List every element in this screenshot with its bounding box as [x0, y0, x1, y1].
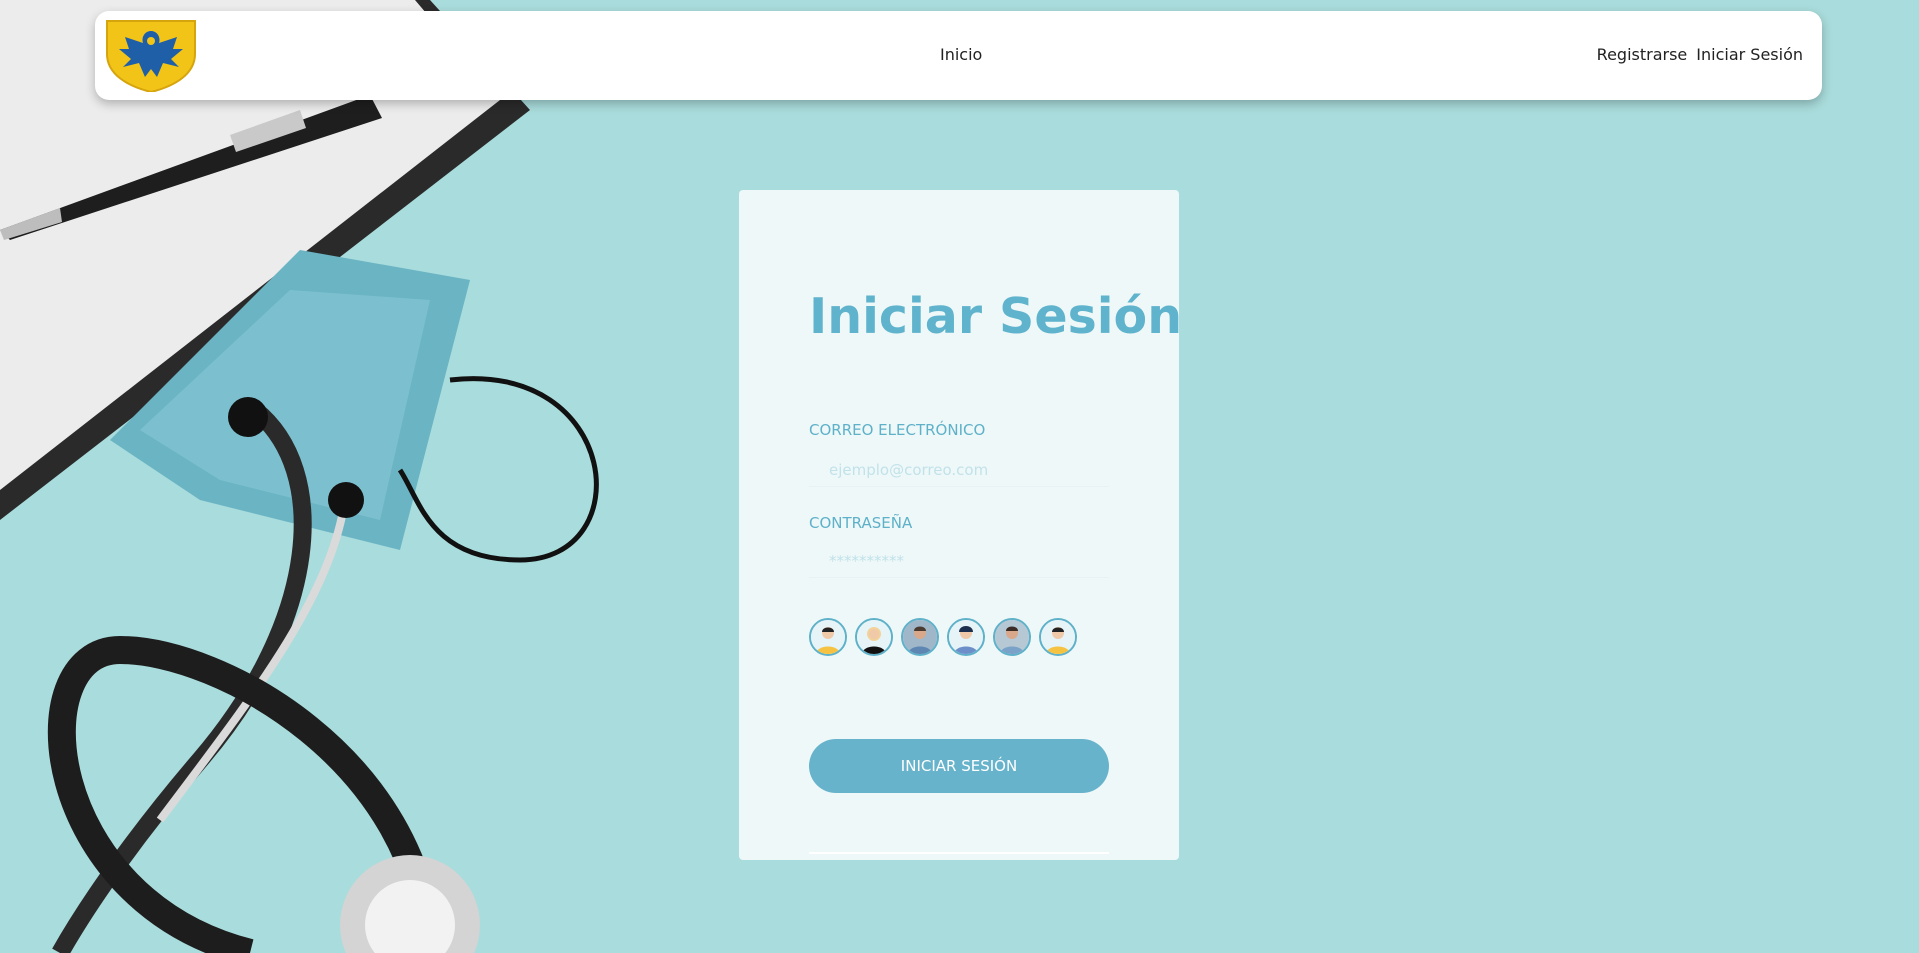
avatar-option-6[interactable] — [1039, 618, 1077, 656]
avatar-option-4[interactable] — [947, 618, 985, 656]
login-title: Iniciar Sesión — [809, 288, 1183, 345]
avatar-option-2[interactable] — [855, 618, 893, 656]
email-label: CORREO ELECTRÓNICO — [809, 421, 986, 439]
card-divider — [809, 852, 1109, 854]
avatar-option-3[interactable] — [901, 618, 939, 656]
avatar-selector — [809, 618, 1077, 656]
avatar-icon — [903, 620, 937, 654]
avatar-option-1[interactable] — [809, 618, 847, 656]
avatar-icon — [995, 620, 1029, 654]
avatar-icon — [857, 620, 891, 654]
avatar-icon — [1041, 620, 1075, 654]
nav-auth-links: Registrarse Iniciar Sesión — [1597, 45, 1803, 64]
nav-link-register[interactable]: Registrarse — [1597, 45, 1688, 64]
shield-eagle-logo-icon[interactable] — [105, 19, 197, 92]
top-navbar: Inicio Registrarse Iniciar Sesión — [95, 11, 1822, 100]
avatar-icon — [949, 620, 983, 654]
login-submit-button[interactable]: INICIAR SESIÓN — [809, 739, 1109, 793]
avatar-icon — [811, 620, 845, 654]
password-label: CONTRASEÑA — [809, 514, 913, 532]
login-card: Iniciar Sesión CORREO ELECTRÓNICO CONTRA… — [739, 190, 1183, 860]
email-input[interactable] — [809, 453, 1109, 487]
nav-link-login[interactable]: Iniciar Sesión — [1696, 45, 1803, 64]
avatar-option-5[interactable] — [993, 618, 1031, 656]
password-input[interactable] — [809, 544, 1109, 578]
nav-link-home[interactable]: Inicio — [940, 45, 982, 64]
